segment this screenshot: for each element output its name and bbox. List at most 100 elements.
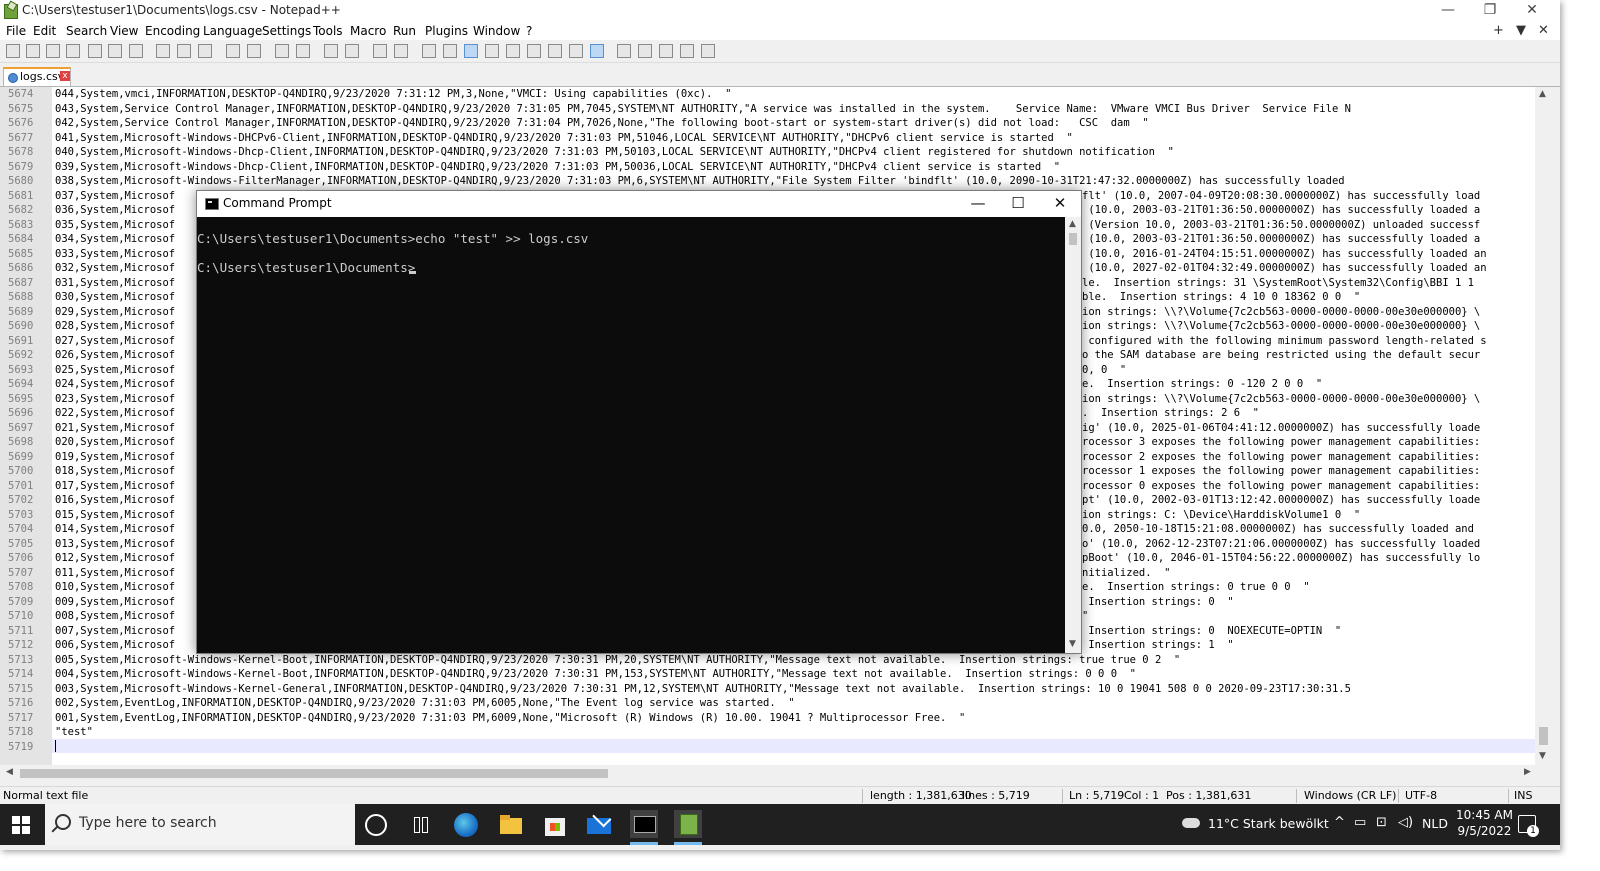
- code-line-tail: rocessor 2 exposes the following power m…: [1082, 450, 1481, 463]
- mail-icon[interactable]: [586, 812, 612, 838]
- save-macro-icon[interactable]: [701, 44, 715, 58]
- line-number: 5691: [8, 334, 34, 347]
- status-column: Col : 1: [1124, 789, 1160, 802]
- document-list-icon[interactable]: [527, 44, 541, 58]
- windows-start-icon[interactable]: [12, 816, 30, 834]
- show-all-characters-icon[interactable]: [443, 44, 457, 58]
- cmd-maximize-button[interactable]: ☐: [1003, 194, 1033, 212]
- edge-browser-icon[interactable]: [454, 813, 478, 837]
- microsoft-store-icon[interactable]: [542, 812, 568, 838]
- indent-guide-icon[interactable]: [464, 44, 478, 58]
- scroll-up-arrow[interactable]: ▲: [1539, 89, 1546, 99]
- cmd-scroll-down-arrow[interactable]: ▼: [1069, 639, 1076, 649]
- command-prompt-window[interactable]: Command Prompt — ☐ ✕ C:\Users\testuser1\…: [196, 190, 1082, 654]
- cmd-console[interactable]: C:\Users\testuser1\Documents>echo "test"…: [197, 217, 1065, 653]
- menu-edit[interactable]: Edit: [33, 24, 56, 38]
- title-bar[interactable]: C:\Users\testuser1\Documents\logs.csv - …: [0, 0, 1560, 22]
- sync-vertical-icon[interactable]: [373, 44, 387, 58]
- menu-window[interactable]: Window: [473, 24, 520, 38]
- close-button[interactable]: ✕: [1518, 2, 1546, 18]
- show-hidden-icons-chevron-icon[interactable]: ^: [1334, 815, 1345, 830]
- undo-icon[interactable]: [226, 44, 240, 58]
- volume-icon[interactable]: ◁): [1398, 815, 1413, 830]
- minimize-button[interactable]: —: [1434, 2, 1462, 18]
- vertical-scrollbar[interactable]: ▲ ▼: [1535, 87, 1552, 765]
- menu-tools[interactable]: Tools: [313, 24, 343, 38]
- menu-view[interactable]: View: [110, 24, 138, 38]
- status-eol-format[interactable]: Windows (CR LF): [1304, 789, 1396, 802]
- record-macro-icon[interactable]: [617, 44, 631, 58]
- scroll-down-arrow[interactable]: ▼: [1539, 751, 1546, 761]
- code-line-tail: configured with the following minimum pa…: [1082, 334, 1487, 347]
- menu-run[interactable]: Run: [393, 24, 416, 38]
- replace-icon[interactable]: [296, 44, 310, 58]
- user-language-icon[interactable]: [485, 44, 499, 58]
- tab-close-icon[interactable]: x: [60, 71, 70, 81]
- menu-settings[interactable]: Settings: [262, 24, 311, 38]
- menu-file[interactable]: File: [6, 24, 26, 38]
- command-prompt-taskbar-icon[interactable]: [630, 810, 658, 838]
- cmd-scrollbar[interactable]: ▲ ▼: [1065, 217, 1081, 653]
- folder-workspace-icon[interactable]: [569, 44, 583, 58]
- function-list-icon[interactable]: [548, 44, 562, 58]
- run-macro-multiple-icon[interactable]: [680, 44, 694, 58]
- document-map-icon[interactable]: [506, 44, 520, 58]
- restore-button[interactable]: ❐: [1476, 2, 1504, 18]
- notepadpp-taskbar-icon[interactable]: [674, 810, 702, 838]
- taskbar-search-box[interactable]: Type here to search: [45, 804, 355, 845]
- close-document-button[interactable]: ✕: [1538, 23, 1549, 38]
- new-tab-button[interactable]: +: [1493, 23, 1504, 38]
- status-insert-mode[interactable]: INS: [1514, 789, 1532, 802]
- paste-icon[interactable]: [198, 44, 212, 58]
- cut-icon[interactable]: [156, 44, 170, 58]
- file-explorer-icon[interactable]: [498, 812, 524, 838]
- horizontal-scroll-thumb[interactable]: [20, 769, 608, 778]
- stop-macro-icon[interactable]: [638, 44, 652, 58]
- print-icon[interactable]: [129, 44, 143, 58]
- cmd-scroll-up-arrow[interactable]: ▲: [1069, 219, 1076, 229]
- input-language[interactable]: NLD: [1422, 816, 1448, 831]
- monitoring-icon[interactable]: [590, 44, 604, 58]
- save-all-icon[interactable]: [66, 44, 80, 58]
- menu-language[interactable]: Language: [203, 24, 262, 38]
- cmd-close-button[interactable]: ✕: [1045, 194, 1075, 212]
- line-number: 5689: [8, 305, 34, 318]
- status-encoding[interactable]: UTF-8: [1405, 789, 1437, 802]
- close-all-icon[interactable]: [108, 44, 122, 58]
- copy-icon[interactable]: [177, 44, 191, 58]
- horizontal-scrollbar[interactable]: ◀ ▶: [0, 765, 1535, 781]
- tab-logs-csv[interactable]: logs.csv x: [3, 67, 71, 86]
- word-wrap-icon[interactable]: [422, 44, 436, 58]
- scroll-right-arrow[interactable]: ▶: [1524, 767, 1531, 777]
- new-file-icon[interactable]: [6, 44, 20, 58]
- sync-horizontal-icon[interactable]: [394, 44, 408, 58]
- zoom-out-icon[interactable]: [345, 44, 359, 58]
- onedrive-icon[interactable]: ⊡: [1376, 815, 1387, 830]
- menu-search[interactable]: Search: [66, 24, 107, 38]
- menu-plugins[interactable]: Plugins: [425, 24, 468, 38]
- clock[interactable]: 10:45 AM 9/5/2022: [1456, 807, 1513, 839]
- menu-help[interactable]: ?: [526, 24, 532, 38]
- scroll-left-arrow[interactable]: ◀: [6, 767, 13, 777]
- tab-list-dropdown[interactable]: ▼: [1516, 23, 1526, 38]
- network-icon[interactable]: ▭: [1354, 815, 1366, 830]
- cmd-title-bar[interactable]: Command Prompt — ☐ ✕: [197, 191, 1081, 217]
- vertical-scroll-thumb[interactable]: [1539, 727, 1548, 745]
- redo-icon[interactable]: [247, 44, 261, 58]
- play-macro-icon[interactable]: [659, 44, 673, 58]
- cortana-icon[interactable]: [365, 814, 387, 836]
- zoom-in-icon[interactable]: [324, 44, 338, 58]
- find-icon[interactable]: [275, 44, 289, 58]
- weather-text[interactable]: 11°C Stark bewölkt: [1208, 816, 1329, 831]
- line-number: 5697: [8, 421, 34, 434]
- open-file-icon[interactable]: [26, 44, 40, 58]
- menu-encoding[interactable]: Encoding: [145, 24, 200, 38]
- close-file-icon[interactable]: [88, 44, 102, 58]
- save-icon[interactable]: [46, 44, 60, 58]
- task-view-icon[interactable]: [410, 812, 436, 838]
- line-number: 5678: [8, 146, 34, 158]
- cmd-scroll-thumb[interactable]: [1069, 233, 1077, 245]
- weather-cloud-icon[interactable]: [1182, 818, 1200, 828]
- cmd-minimize-button[interactable]: —: [963, 194, 993, 212]
- menu-macro[interactable]: Macro: [350, 24, 386, 38]
